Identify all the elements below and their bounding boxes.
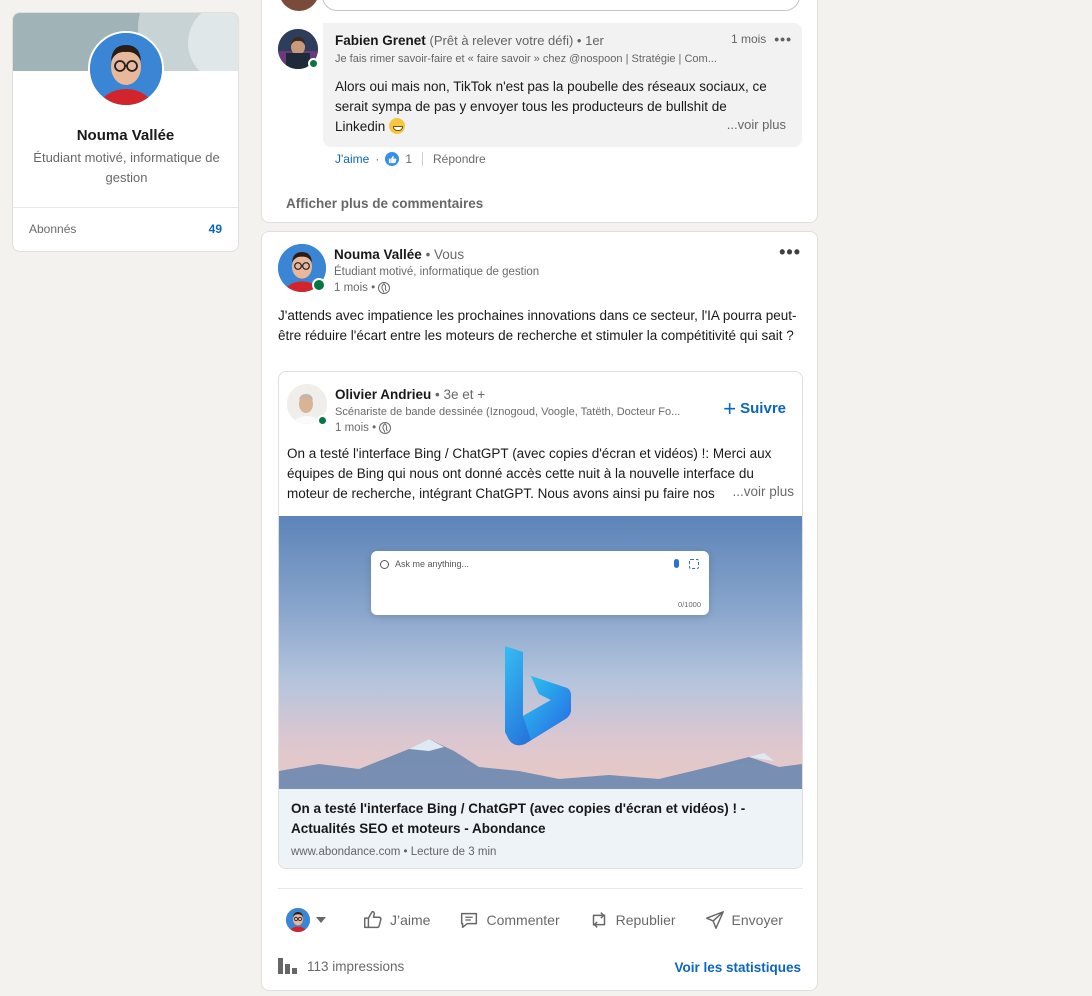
- follow-button[interactable]: + Suivre: [723, 395, 786, 421]
- actor-avatar: [286, 908, 310, 932]
- post-options-icon[interactable]: •••: [779, 242, 801, 263]
- commenter-avatar-partial: [279, 0, 319, 11]
- image-char-count: 0/1000: [678, 600, 701, 609]
- post-author-degree: • Vous: [425, 247, 465, 262]
- grinning-emoji-icon: [389, 118, 406, 134]
- send-icon: [705, 911, 724, 929]
- chevron-down-icon: [316, 917, 326, 923]
- shared-author-headline: Scénariste de bande dessinée (Iznogoud, …: [335, 406, 681, 418]
- link-preview-info[interactable]: On a testé l'interface Bing / ChatGPT (a…: [279, 789, 802, 868]
- mountain-illustration: [279, 739, 802, 789]
- load-more-comments-button[interactable]: Afficher plus de commentaires: [286, 196, 483, 211]
- online-status-dot: [317, 415, 328, 426]
- bing-search-box-image: Ask me anything... 0/1000: [371, 551, 709, 615]
- shared-author-line[interactable]: Olivier Andrieu • 3e et +: [335, 387, 485, 402]
- comment-see-more[interactable]: ...voir plus: [722, 117, 786, 132]
- profile-name[interactable]: Nouma Vallée: [13, 127, 238, 144]
- online-status-dot: [308, 58, 319, 69]
- link-title[interactable]: On a testé l'interface Bing / ChatGPT (a…: [291, 799, 761, 839]
- search-icon: [380, 560, 389, 569]
- post-author-name[interactable]: Nouma Vallée: [334, 247, 422, 262]
- profile-card: Nouma Vallée Étudiant motivé, informatiq…: [12, 12, 239, 252]
- like-button[interactable]: J’aime: [348, 900, 444, 940]
- comment-label: Commenter: [486, 912, 560, 928]
- post-time: 1 mois •: [334, 282, 376, 294]
- post-meta: 1 mois •: [334, 282, 391, 294]
- separator-dot: ·: [375, 152, 380, 166]
- comment-author-extra: (Prêt à relever votre défi) • 1er: [429, 33, 604, 48]
- globe-icon: [378, 282, 391, 294]
- profile-avatar[interactable]: [88, 31, 164, 107]
- image-search-placeholder: Ask me anything...: [395, 559, 470, 569]
- comment-author-line[interactable]: Fabien Grenet (Prêt à relever votre défi…: [335, 33, 604, 48]
- view-stats-link[interactable]: Voir les statistiques: [674, 960, 801, 975]
- link-source: www.abondance.com • Lecture de 3 min: [291, 846, 497, 858]
- followers-label[interactable]: Abonnés: [29, 222, 76, 236]
- followers-count[interactable]: 49: [209, 222, 222, 236]
- microphone-icon: [674, 559, 679, 568]
- visual-search-icon: [689, 559, 699, 569]
- repost-label: Republier: [615, 912, 676, 928]
- comment-actions: J'aime · 1 Répondre: [335, 152, 486, 166]
- post-text: J'attends avec impatience les prochaines…: [278, 308, 797, 343]
- shared-author-degree: • 3e et +: [435, 387, 486, 402]
- repost-button[interactable]: Republier: [574, 900, 690, 940]
- send-button[interactable]: Envoyer: [690, 900, 797, 940]
- comment-meta: 1 mois •••: [731, 31, 792, 47]
- impressions-label: 113 impressions: [307, 958, 405, 974]
- post-card: Nouma Vallée • Vous Étudiant motivé, inf…: [261, 231, 818, 991]
- comment-like-button[interactable]: J'aime: [335, 152, 369, 166]
- comment-author-name[interactable]: Fabien Grenet: [335, 33, 426, 48]
- online-status-dot: [312, 278, 326, 292]
- post-author-line[interactable]: Nouma Vallée • Vous: [334, 247, 464, 262]
- send-label: Envoyer: [731, 912, 783, 928]
- reaction-identity-switcher[interactable]: [278, 908, 334, 932]
- divider: [422, 152, 423, 166]
- impressions-count[interactable]: 113 impressions: [278, 958, 404, 974]
- comment-like-count[interactable]: 1: [405, 152, 412, 166]
- comment-icon: [461, 912, 478, 929]
- shared-author-name[interactable]: Olivier Andrieu: [335, 387, 431, 402]
- repost-icon: [592, 912, 605, 928]
- post-author-headline: Étudiant motivé, informatique de gestion: [334, 266, 540, 278]
- shared-post-meta: 1 mois •: [335, 422, 392, 434]
- comment-time: 1 mois: [730, 32, 767, 46]
- divider: [278, 888, 803, 889]
- comment-author-headline: Je fais rimer savoir-faire et « faire sa…: [335, 53, 717, 65]
- comment-input[interactable]: [322, 0, 800, 11]
- shared-see-more[interactable]: ...voir plus: [728, 484, 794, 499]
- comment-bubble: Fabien Grenet (Prêt à relever votre défi…: [323, 23, 802, 147]
- shared-post-text: On a testé l'interface Bing / ChatGPT (a…: [287, 446, 772, 501]
- plus-icon: +: [723, 395, 737, 421]
- like-reaction-icon[interactable]: [385, 152, 400, 166]
- analytics-bars-icon: [278, 958, 297, 974]
- like-label: J’aime: [390, 912, 431, 928]
- divider: [13, 207, 238, 208]
- shared-post[interactable]: Olivier Andrieu • 3e et + Scénariste de …: [278, 371, 803, 869]
- comment-button[interactable]: Commenter: [444, 900, 573, 940]
- post-action-bar: J’aime Commenter Republier Envoyer: [278, 898, 803, 942]
- shared-post-time: 1 mois •: [335, 422, 377, 434]
- comment-text: Alors oui mais non, TikTok n'est pas la …: [335, 77, 775, 137]
- more-options-icon[interactable]: •••: [774, 31, 792, 47]
- previous-post-card: Fabien Grenet (Prêt à relever votre défi…: [261, 0, 818, 223]
- thumbs-up-icon: [364, 910, 382, 929]
- link-preview-image[interactable]: Ask me anything... 0/1000: [279, 516, 802, 789]
- comment-reply-button[interactable]: Répondre: [433, 152, 486, 166]
- globe-icon: [379, 422, 392, 434]
- follow-label: Suivre: [740, 400, 786, 417]
- profile-headline: Étudiant motivé, informatique de gestion: [33, 150, 220, 185]
